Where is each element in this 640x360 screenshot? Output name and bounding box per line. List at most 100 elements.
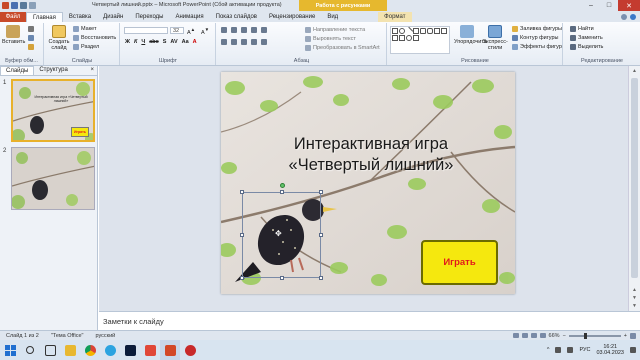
close-button[interactable]: ✕: [618, 0, 640, 11]
zoom-level[interactable]: 66%: [549, 333, 560, 339]
task-view-icon[interactable]: [40, 340, 60, 360]
spacing-button[interactable]: AV: [170, 39, 177, 45]
notifications-icon[interactable]: [630, 347, 636, 353]
italic-button[interactable]: К: [134, 39, 137, 45]
maximize-button[interactable]: □: [600, 0, 618, 11]
reading-view-icon[interactable]: [530, 333, 537, 338]
photo-app-icon[interactable]: [140, 340, 160, 360]
tab-slides[interactable]: Слайды: [0, 66, 35, 75]
line-spacing-icon[interactable]: [261, 27, 267, 33]
network-icon[interactable]: [555, 347, 562, 353]
slide-title[interactable]: Интерактивная игра «Четвертый лишний»: [251, 134, 491, 176]
shape-fill-button[interactable]: Заливка фигуры: [512, 26, 562, 32]
align-right-icon[interactable]: [241, 39, 247, 45]
clock[interactable]: 16:21 03.04.2023: [596, 344, 624, 356]
tab-design[interactable]: Дизайн: [97, 12, 129, 22]
start-button[interactable]: [0, 340, 20, 360]
format-painter-button[interactable]: [28, 44, 34, 50]
resize-handle[interactable]: [280, 190, 284, 194]
tab-file[interactable]: Файл: [0, 12, 26, 22]
change-case-button[interactable]: Aa: [182, 39, 189, 45]
strikethrough-button[interactable]: abc: [149, 39, 158, 45]
bullets-icon[interactable]: [221, 27, 227, 33]
resize-handle[interactable]: [240, 190, 244, 194]
cut-button[interactable]: [28, 26, 34, 32]
resize-handle[interactable]: [240, 233, 244, 237]
rotate-handle[interactable]: [280, 183, 285, 188]
normal-view-icon[interactable]: [512, 333, 519, 338]
text-direction-button[interactable]: Направление текста: [305, 27, 365, 33]
scroll-up-icon[interactable]: ▲: [632, 68, 637, 74]
tray-arrow-icon[interactable]: ^: [547, 347, 550, 353]
shape-rounded-icon[interactable]: [427, 28, 433, 34]
font-family-field[interactable]: [124, 27, 168, 34]
tab-insert[interactable]: Вставка: [63, 12, 97, 22]
tab-review[interactable]: Рецензирование: [263, 12, 321, 22]
zoom-slider-thumb[interactable]: [583, 332, 587, 339]
columns-icon[interactable]: [261, 39, 267, 45]
resize-handle[interactable]: [319, 190, 323, 194]
zoom-out-icon[interactable]: −: [563, 333, 566, 339]
decrease-indent-icon[interactable]: [241, 27, 247, 33]
redo-icon[interactable]: [29, 2, 36, 9]
slide-thumbnail-2[interactable]: [11, 147, 95, 210]
align-left-icon[interactable]: [221, 39, 227, 45]
play-button[interactable]: Играть: [421, 240, 498, 285]
image-selection-box[interactable]: ✥: [240, 183, 323, 280]
select-button[interactable]: Выделить: [570, 44, 603, 50]
tab-view[interactable]: Вид: [321, 12, 344, 22]
language-indicator[interactable]: русский: [89, 333, 121, 339]
quick-styles-button[interactable]: Экспресс-стили: [482, 25, 508, 51]
zoom-slider[interactable]: [568, 332, 621, 339]
paste-button[interactable]: Вставить: [2, 25, 25, 45]
volume-icon[interactable]: [567, 347, 574, 353]
shape-pentagon-icon[interactable]: [392, 35, 398, 41]
file-explorer-icon[interactable]: [60, 340, 80, 360]
next-slide-icon[interactable]: ▼: [632, 295, 637, 301]
underline-button[interactable]: Ч: [141, 39, 145, 45]
shape-callout-icon[interactable]: [441, 28, 447, 34]
font-color-button[interactable]: A: [193, 39, 197, 45]
copy-button[interactable]: [28, 35, 34, 41]
tab-home[interactable]: Главная: [26, 12, 63, 22]
chrome-icon[interactable]: [80, 340, 100, 360]
find-button[interactable]: Найти: [570, 26, 594, 32]
minimize-button[interactable]: –: [582, 0, 600, 11]
justify-icon[interactable]: [251, 39, 257, 45]
telegram-icon[interactable]: [100, 340, 120, 360]
powerpoint-app-icon[interactable]: [2, 2, 9, 9]
shape-star-icon[interactable]: [434, 28, 440, 34]
resize-handle[interactable]: [280, 276, 284, 280]
shape-triangle-icon[interactable]: [420, 28, 426, 34]
smartart-button[interactable]: Преобразовать в SmartArt: [305, 45, 380, 51]
fit-to-window-icon[interactable]: [630, 332, 636, 339]
resize-handle[interactable]: [319, 276, 323, 280]
save-icon[interactable]: [11, 2, 18, 9]
shape-arrow-icon[interactable]: [413, 28, 419, 34]
photoshop-icon[interactable]: [120, 340, 140, 360]
screen-recorder-icon[interactable]: [180, 340, 200, 360]
scroll-thumb[interactable]: [631, 78, 638, 278]
tab-transitions[interactable]: Переходы: [129, 12, 169, 22]
arrange-button[interactable]: Упорядочить: [454, 25, 487, 45]
new-slide-button[interactable]: Создать слайд: [47, 25, 71, 51]
resize-handle[interactable]: [319, 233, 323, 237]
shape-effects-button[interactable]: Эффекты фигур: [512, 44, 562, 50]
shape-hexagon-icon[interactable]: [399, 35, 405, 41]
tab-format[interactable]: Формат: [378, 12, 412, 22]
replace-button[interactable]: Заменить: [570, 35, 603, 41]
close-pane-button[interactable]: ×: [87, 66, 97, 75]
previous-slide-icon[interactable]: ▲: [632, 287, 637, 293]
slide-canvas[interactable]: Интерактивная игра «Четвертый лишний» ✥ …: [221, 72, 515, 294]
slide-sorter-icon[interactable]: [521, 333, 528, 338]
shapes-gallery[interactable]: [390, 26, 450, 54]
align-text-button[interactable]: Выровнять текст: [305, 36, 356, 42]
search-icon[interactable]: [20, 340, 40, 360]
tab-outline[interactable]: Структура: [34, 66, 72, 75]
powerpoint-taskbar-icon[interactable]: [160, 340, 180, 360]
zoom-in-icon[interactable]: +: [624, 333, 627, 339]
scroll-down-icon[interactable]: ▼: [632, 303, 637, 309]
slideshow-icon[interactable]: [539, 333, 546, 338]
tab-slideshow[interactable]: Показ слайдов: [210, 12, 263, 22]
tab-animations[interactable]: Анимация: [169, 12, 209, 22]
